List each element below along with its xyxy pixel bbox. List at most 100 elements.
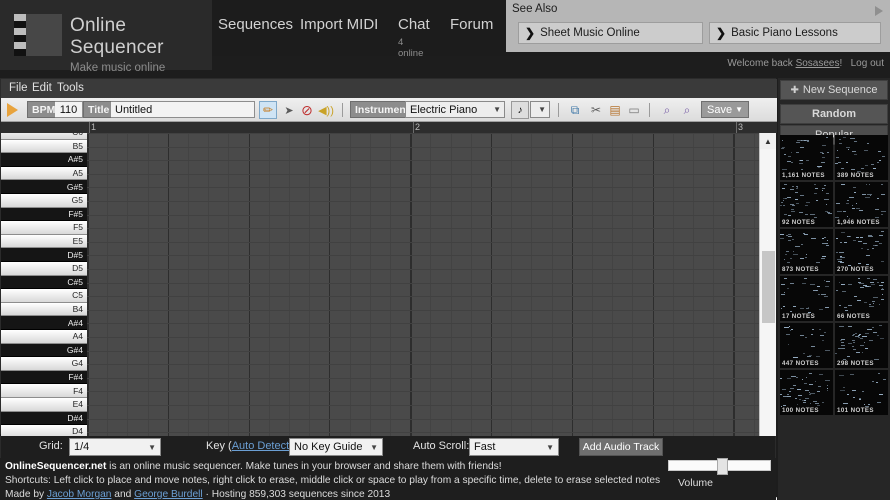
note-length-select[interactable]: ▼ — [530, 101, 550, 118]
piano-key[interactable]: D#5 — [1, 248, 87, 262]
volume-track[interactable] — [668, 460, 771, 471]
menu-edit[interactable]: Edit — [32, 82, 52, 94]
piano-key[interactable]: G4 — [1, 357, 87, 371]
thumbnail-note — [879, 304, 881, 305]
title-input[interactable]: Untitled — [111, 101, 255, 118]
instrument-select[interactable]: Electric Piano ▼ — [405, 101, 505, 118]
copy-icon[interactable]: ⧉ — [566, 101, 584, 119]
piano-key[interactable]: G#5 — [1, 180, 87, 194]
grid-hline — [87, 419, 759, 420]
nav-item-sequences[interactable]: Sequences — [218, 16, 293, 33]
ad-next-icon[interactable] — [875, 6, 883, 16]
thumbnail-note — [782, 169, 787, 170]
new-sequence-button[interactable]: New Sequence — [780, 80, 888, 100]
sequence-thumbnail[interactable]: 92 NOTES — [780, 182, 833, 227]
thumbnail-note — [866, 184, 867, 185]
thumbnail-note — [869, 184, 871, 185]
thumbnail-note — [855, 336, 859, 337]
thumbnail-note — [790, 388, 794, 389]
thumbnail-note — [871, 284, 875, 285]
sequence-thumbnail[interactable]: 270 NOTES — [835, 229, 888, 274]
zoom-in-icon[interactable]: ⌕ — [678, 101, 696, 119]
autoscroll-select[interactable]: Fast ▼ — [469, 438, 559, 456]
piano-key[interactable]: D#4 — [1, 412, 87, 426]
sequence-thumbnail[interactable]: 1,161 NOTES — [780, 135, 833, 180]
nav-item-import-midi[interactable]: Import MIDI — [300, 16, 378, 33]
paste-icon[interactable]: ▤ — [606, 101, 624, 119]
pencil-icon[interactable]: ✏ — [259, 101, 277, 119]
piano-key[interactable]: E4 — [1, 398, 87, 412]
note-icon[interactable]: ♪ — [511, 101, 529, 119]
add-audio-track-button[interactable]: Add Audio Track — [579, 438, 663, 456]
key-select[interactable]: No Key Guide ▼ — [289, 438, 383, 456]
chevron-down-icon: ▼ — [538, 105, 546, 114]
thumbnail-note — [860, 237, 864, 238]
nav-item-forum[interactable]: Forum — [450, 16, 493, 33]
author-link-george[interactable]: George Burdell — [134, 489, 203, 500]
auto-detect-link[interactable]: Auto Detect — [232, 440, 289, 452]
thumbnail-note — [875, 209, 879, 210]
piano-key[interactable]: A4 — [1, 330, 87, 344]
piano-key[interactable]: B5 — [1, 140, 87, 154]
sequence-thumbnail[interactable]: 447 NOTES — [780, 323, 833, 368]
grid-value: 1/4 — [74, 441, 89, 453]
sequence-thumbnail[interactable]: 101 NOTES — [835, 370, 888, 415]
sequence-thumbnail[interactable]: 100 NOTES — [780, 370, 833, 415]
play-button[interactable] — [7, 103, 18, 117]
username-link[interactable]: Sosasees — [796, 58, 840, 69]
thumbnail-note — [784, 327, 789, 328]
volume-thumb[interactable] — [717, 458, 728, 475]
piano-key[interactable]: D5 — [1, 262, 87, 276]
sequence-thumbnail[interactable]: 66 NOTES — [835, 276, 888, 321]
piano-key[interactable]: C6 — [1, 133, 87, 140]
zoom-out-icon[interactable]: ⌕ — [658, 101, 676, 119]
thumbnail-note — [882, 294, 883, 295]
timeline-ruler[interactable]: 123 — [1, 122, 777, 133]
new-sequence-label: New Sequence — [803, 84, 878, 96]
ad-link-sheet-music[interactable]: ❯ Sheet Music Online — [518, 22, 703, 44]
logout-link[interactable]: Log out — [851, 58, 884, 69]
select-icon[interactable]: ▭ — [625, 101, 643, 119]
volume-icon[interactable]: ◀)) — [317, 101, 335, 119]
piano-key[interactable]: C5 — [1, 289, 87, 303]
piano-key[interactable]: F#5 — [1, 208, 87, 222]
cut-icon[interactable]: ✂ — [587, 101, 605, 119]
piano-key[interactable]: G#4 — [1, 344, 87, 358]
piano-key[interactable]: B4 — [1, 303, 87, 317]
sequence-thumbnail[interactable]: 17 NOTES — [780, 276, 833, 321]
menu-file[interactable]: File — [9, 82, 28, 94]
grid-hline — [87, 391, 759, 392]
piano-key[interactable]: A#5 — [1, 153, 87, 167]
bpm-input[interactable]: 110 — [55, 101, 83, 118]
sequence-thumbnail[interactable]: 298 NOTES — [835, 323, 888, 368]
piano-key[interactable]: G5 — [1, 194, 87, 208]
thumbnail-note — [867, 278, 870, 279]
vertical-scroll-thumb[interactable] — [762, 251, 775, 323]
piano-key[interactable]: F4 — [1, 384, 87, 398]
nav-item-chat[interactable]: Chat — [398, 16, 430, 33]
piano-key[interactable]: A#4 — [1, 316, 87, 330]
ad-link-piano-lessons[interactable]: ❯ Basic Piano Lessons — [709, 22, 881, 44]
piano-key[interactable]: F5 — [1, 221, 87, 235]
menu-tools[interactable]: Tools — [57, 82, 84, 94]
sequence-thumbnail[interactable]: 389 NOTES — [835, 135, 888, 180]
piano-key[interactable]: F#4 — [1, 371, 87, 385]
piano-key[interactable]: C#5 — [1, 276, 87, 290]
thumbnail-note — [811, 238, 815, 239]
sequence-thumbnail[interactable]: 1,946 NOTES — [835, 182, 888, 227]
cursor-icon[interactable]: ➤ — [280, 101, 298, 119]
author-link-jacob[interactable]: Jacob Morgan — [47, 489, 112, 500]
grid-hline — [87, 133, 759, 134]
save-button[interactable]: Save ▼ — [701, 101, 749, 118]
thumbnail-note — [786, 251, 790, 252]
random-button[interactable]: Random — [780, 104, 888, 124]
sequence-thumbnail[interactable]: 873 NOTES — [780, 229, 833, 274]
brand-box: Online Sequencer Make music online — [0, 0, 212, 70]
thumbnail-note — [796, 377, 798, 378]
grid-select[interactable]: 1/4 ▼ — [69, 438, 161, 456]
mute-icon[interactable]: ⊘ — [298, 101, 316, 119]
piano-key[interactable]: E5 — [1, 235, 87, 249]
grid-hline — [87, 351, 759, 352]
piano-key[interactable]: A5 — [1, 167, 87, 181]
scroll-up-icon[interactable]: ▲ — [760, 133, 776, 149]
